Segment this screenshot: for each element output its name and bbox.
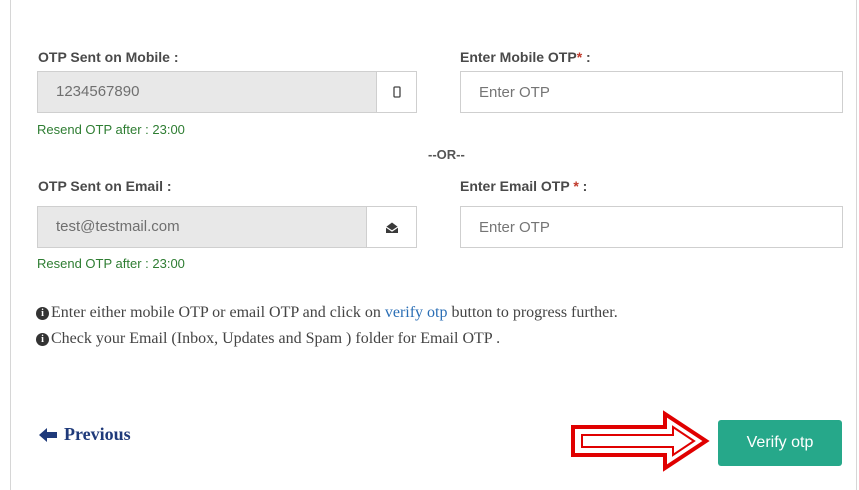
info-text: button to progress further.	[447, 304, 618, 321]
arrow-left-icon	[39, 427, 57, 442]
enter-email-otp-label: Enter Email OTP * :	[460, 178, 588, 194]
otp-sent-mobile-label: OTP Sent on Mobile :	[38, 49, 179, 65]
mobile-otp-input[interactable]	[460, 71, 843, 113]
mobile-resend-timer: Resend OTP after : 23:00	[37, 122, 185, 137]
verify-otp-button[interactable]: Verify otp	[718, 420, 842, 466]
email-resend-timer: Resend OTP after : 23:00	[37, 256, 185, 271]
mobile-phone-icon	[392, 86, 401, 98]
info-line-verify: i Enter either mobile OTP or email OTP a…	[36, 304, 618, 322]
info-text: Check your Email (Inbox, Updates and Spa…	[51, 330, 501, 347]
mobile-addon	[377, 71, 417, 113]
info-text: Enter either mobile OTP or email OTP and…	[51, 304, 385, 321]
or-separator: --OR--	[428, 147, 465, 162]
info-circle-icon: i	[36, 306, 49, 320]
previous-label: Previous	[64, 424, 131, 444]
email-addon	[367, 206, 417, 248]
email-otp-input[interactable]	[460, 206, 843, 248]
red-outline-arrow	[571, 410, 710, 472]
otp-sent-email-label: OTP Sent on Email :	[38, 178, 172, 194]
enter-mobile-otp-label: Enter Mobile OTP* :	[460, 49, 591, 65]
previous-link[interactable]: Previous	[38, 424, 131, 445]
email-address-field: test@testmail.com	[37, 206, 367, 248]
info-circle-icon: i	[36, 332, 49, 346]
verify-otp-link-text: verify otp	[384, 304, 448, 321]
mobile-number-field: 1234567890	[37, 71, 377, 113]
envelope-open-icon	[385, 222, 398, 233]
info-line-check-email: i Check your Email (Inbox, Updates and S…	[36, 330, 500, 348]
